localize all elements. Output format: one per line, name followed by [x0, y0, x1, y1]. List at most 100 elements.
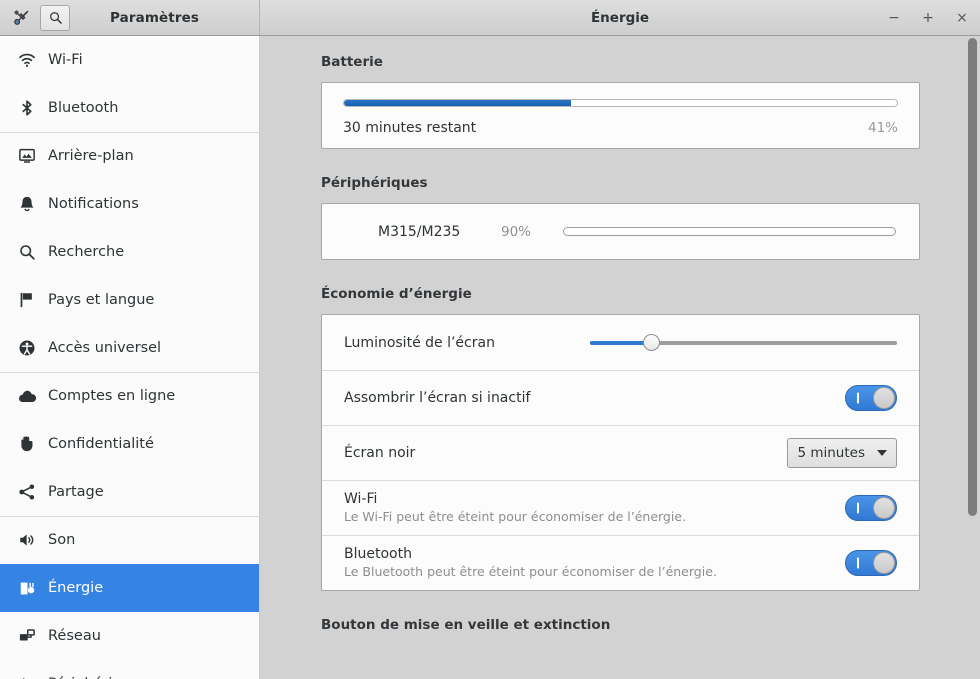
sidebar-item-label: Bluetooth	[48, 100, 119, 116]
sidebar-item-label: Énergie	[48, 580, 104, 596]
device-progress-bar	[563, 227, 896, 236]
sidebar-item-region-language[interactable]: Pays et langue	[0, 276, 259, 324]
battery-progress-fill	[344, 100, 571, 106]
battery-plug-icon	[14, 579, 40, 598]
row-label: Bluetooth	[344, 546, 412, 562]
devices-card: M315/M235 90%	[321, 203, 920, 260]
sidebar-item-notifications[interactable]: Notifications	[0, 180, 259, 228]
sidebar-item-universal-access[interactable]: Accès universel	[0, 324, 259, 372]
row-bluetooth: Bluetooth Le Bluetooth peut être éteint …	[322, 535, 919, 590]
content-scrollbar[interactable]	[968, 36, 977, 679]
window-body: Wi-Fi Bluetooth Arrière-plan Notificatio…	[0, 36, 980, 679]
toggle-on-mark	[857, 557, 859, 568]
sidebar-item-label: Accès universel	[48, 340, 162, 356]
devices-section-title: Périphériques	[321, 175, 428, 191]
accessibility-icon	[14, 339, 40, 357]
sidebar-item-label: Son	[48, 532, 76, 548]
content-area: Batterie 30 minutes restant 41% Périphér…	[260, 36, 980, 679]
sidebar-item-label: Pays et langue	[48, 292, 155, 308]
sidebar-item-label: Comptes en ligne	[48, 388, 176, 404]
battery-percent-label: 41%	[867, 120, 898, 136]
sidebar-item-label: Partage	[48, 484, 104, 500]
cloud-icon	[14, 387, 40, 406]
row-screen-brightness: Luminosité de l’écran	[322, 315, 919, 370]
sidebar-title: Paramètres	[110, 9, 199, 26]
sidebar-item-devices[interactable]: Périphériques	[0, 660, 259, 679]
row-wifi: Wi-Fi Le Wi-Fi peut être éteint pour éco…	[322, 480, 919, 535]
minimize-button[interactable]: −	[886, 10, 902, 26]
flag-icon	[14, 291, 40, 309]
close-button[interactable]: ×	[954, 10, 970, 26]
tools-icon[interactable]	[8, 5, 34, 31]
toggle-on-mark	[857, 392, 859, 403]
row-sublabel: Le Wi-Fi peut être éteint pour économise…	[344, 509, 686, 524]
sidebar: Wi-Fi Bluetooth Arrière-plan Notificatio…	[0, 36, 260, 679]
toggle-knob	[873, 386, 895, 409]
wallpaper-icon	[14, 147, 40, 165]
slider-handle[interactable]	[643, 334, 661, 351]
blank-screen-dropdown[interactable]: 5 minutes	[787, 437, 897, 468]
device-percent-label: 90%	[501, 223, 532, 240]
bluetooth-toggle[interactable]	[845, 549, 897, 576]
row-text: Bluetooth Le Bluetooth peut être éteint …	[344, 546, 717, 579]
slider-fill	[590, 340, 652, 345]
speaker-icon	[14, 531, 40, 549]
search-icon	[14, 243, 40, 261]
sidebar-item-wifi[interactable]: Wi-Fi	[0, 36, 259, 84]
row-label: Luminosité de l’écran	[344, 334, 495, 351]
power-saving-section-title: Économie d’énergie	[321, 286, 472, 302]
chevron-down-icon	[877, 449, 887, 456]
row-label: Écran noir	[344, 444, 416, 461]
sidebar-item-label: Recherche	[48, 244, 125, 260]
battery-progress-bar	[343, 99, 898, 107]
row-dim-screen: Assombrir l’écran si inactif	[322, 370, 919, 425]
row-label: Assombrir l’écran si inactif	[344, 389, 531, 406]
power-saving-card: Luminosité de l’écran Assombrir l’écran …	[321, 314, 920, 591]
toggle-knob	[873, 496, 895, 519]
share-icon	[14, 483, 40, 501]
battery-card: 30 minutes restant 41%	[321, 82, 920, 149]
sidebar-item-sound[interactable]: Son	[0, 516, 259, 564]
bluetooth-icon	[14, 99, 40, 117]
sidebar-item-search[interactable]: Recherche	[0, 228, 259, 276]
device-name: M315/M235	[378, 223, 461, 240]
sidebar-header: Paramètres	[0, 0, 260, 35]
row-label: Wi-Fi	[344, 491, 378, 507]
scrollbar-thumb[interactable]	[968, 38, 977, 516]
wifi-icon	[14, 51, 40, 69]
sidebar-item-power[interactable]: Énergie	[0, 564, 259, 612]
wifi-toggle[interactable]	[845, 494, 897, 521]
content-inner: Batterie 30 minutes restant 41% Périphér…	[321, 36, 920, 633]
suspend-section-title: Bouton de mise en veille et extinction	[321, 617, 611, 633]
bell-icon	[14, 195, 40, 213]
dropdown-value: 5 minutes	[797, 444, 865, 461]
sidebar-item-network[interactable]: Réseau	[0, 612, 259, 660]
sidebar-item-label: Arrière-plan	[48, 148, 134, 164]
sidebar-item-background[interactable]: Arrière-plan	[0, 132, 259, 180]
brightness-slider[interactable]	[590, 333, 897, 353]
header-bar: Paramètres Énergie − + ×	[0, 0, 980, 36]
sidebar-item-online-accounts[interactable]: Comptes en ligne	[0, 372, 259, 420]
hand-icon	[14, 435, 40, 453]
window-controls: − + ×	[886, 0, 970, 35]
maximize-button[interactable]: +	[920, 10, 936, 26]
device-row: M315/M235 90%	[322, 204, 919, 259]
battery-status-text: 30 minutes restant	[343, 120, 477, 136]
battery-section-title: Batterie	[321, 54, 383, 70]
search-button[interactable]	[40, 4, 70, 31]
sidebar-item-sharing[interactable]: Partage	[0, 468, 259, 516]
toggle-on-mark	[857, 502, 859, 513]
row-text: Wi-Fi Le Wi-Fi peut être éteint pour éco…	[344, 491, 686, 524]
dim-screen-toggle[interactable]	[845, 384, 897, 411]
row-sublabel: Le Bluetooth peut être éteint pour écono…	[344, 564, 717, 579]
sidebar-item-label: Wi-Fi	[48, 52, 83, 68]
sidebar-item-label: Notifications	[48, 196, 139, 212]
sidebar-item-bluetooth[interactable]: Bluetooth	[0, 84, 259, 132]
main-header: Énergie − + ×	[260, 0, 980, 35]
sidebar-item-privacy[interactable]: Confidentialité	[0, 420, 259, 468]
network-icon	[14, 627, 40, 645]
settings-window: Paramètres Énergie − + × Wi-Fi Bluetooth…	[0, 0, 980, 679]
page-title: Énergie	[590, 9, 650, 26]
sidebar-item-label: Réseau	[48, 628, 101, 644]
battery-footer: 30 minutes restant 41%	[343, 120, 898, 136]
